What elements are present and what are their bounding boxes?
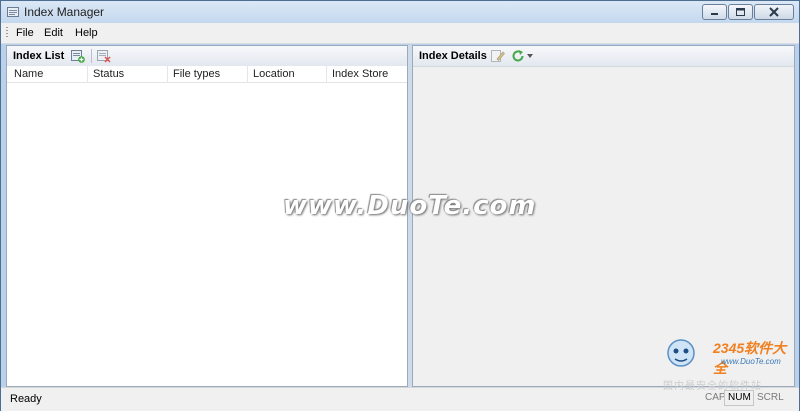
column-divider[interactable] [326,66,327,82]
column-name[interactable]: Name [14,68,43,80]
index-list-header: Index List [7,46,407,67]
minimize-button[interactable] [702,4,727,20]
cap-indicator: CAP [705,392,726,403]
watermark-url: www.DuoTe.com [721,357,781,366]
index-list-title: Index List [13,50,65,62]
column-status[interactable]: Status [93,68,124,80]
watermark-sub: 国内最安全的软件站 [663,381,762,392]
window-title: Index Manager [24,5,105,19]
minimize-icon [711,13,718,15]
scrl-indicator: SCRL [757,392,784,403]
index-list-column-header: Name Status File types Location Index St… [7,66,407,83]
column-index-store[interactable]: Index Store [332,68,388,80]
delete-index-icon[interactable] [97,49,111,63]
title-bar: Index Manager [1,1,799,23]
index-manager-window: Index Manager File Edit Help Index List [0,0,800,411]
refresh-icon[interactable] [511,49,525,63]
menu-edit[interactable]: Edit [44,27,63,39]
add-index-icon[interactable] [71,49,85,63]
menu-help[interactable]: Help [75,27,98,39]
app-icon [7,7,19,17]
num-indicator: NUM [728,392,751,403]
close-icon [769,7,779,17]
edit-index-icon[interactable] [491,49,505,63]
watermark-text: www.DuoTe.com [283,191,537,221]
menu-grip [6,27,8,39]
column-file-types[interactable]: File types [173,68,220,80]
status-text: Ready [10,393,42,405]
index-details-header: Index Details [413,46,794,67]
index-details-title: Index Details [419,50,487,62]
chevron-down-icon[interactable] [527,54,533,58]
close-button[interactable] [754,4,794,20]
toolbar-separator [91,49,92,63]
column-divider[interactable] [87,66,88,82]
column-location[interactable]: Location [253,68,295,80]
maximize-button[interactable] [728,4,753,20]
menu-bar: File Edit Help [1,23,799,44]
menu-file[interactable]: File [16,27,34,39]
column-divider[interactable] [167,66,168,82]
maximize-icon [736,8,745,16]
column-divider[interactable] [247,66,248,82]
